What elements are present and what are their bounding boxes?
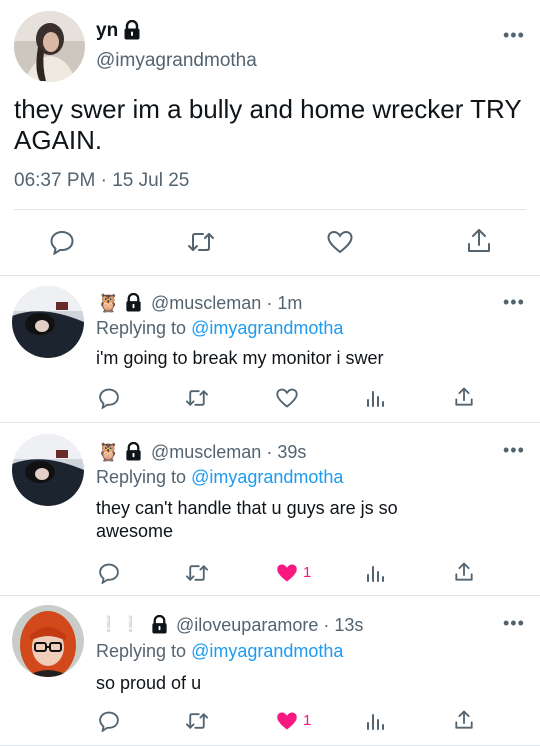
analytics-icon[interactable] [365, 563, 385, 583]
reply-tweet[interactable]: 🦉 @muscleman · 1m ••• Replying to @imyag… [0, 276, 540, 422]
retweet-icon[interactable] [184, 562, 210, 584]
main-tweet: yn @imyagrandmotha ••• they swer im a bu… [0, 0, 540, 276]
reply-header[interactable]: @iloveuparamore · 13s [176, 615, 363, 636]
replying-to: Replying to @imyagrandmotha [96, 467, 344, 487]
replying-to: Replying to @imyagrandmotha [96, 641, 344, 661]
lock-icon [126, 293, 141, 312]
share-icon[interactable] [454, 386, 474, 408]
reply-header[interactable]: @muscleman · 39s [151, 442, 306, 463]
retweet-icon[interactable] [186, 229, 216, 255]
avatar[interactable] [12, 434, 84, 506]
share-icon[interactable] [466, 227, 492, 255]
handle[interactable]: @muscleman [151, 293, 261, 313]
reply-time: 39s [277, 442, 307, 462]
replying-to-link[interactable]: @imyagrandmotha [191, 318, 343, 338]
more-icon[interactable]: ••• [503, 614, 525, 632]
reply-time: 1m [277, 293, 303, 313]
heart-filled-icon[interactable] [275, 562, 299, 584]
comment-icon[interactable] [98, 387, 120, 409]
replying-to-link[interactable]: @imyagrandmotha [191, 641, 343, 661]
reply-time: 13s [334, 615, 364, 635]
reply-header[interactable]: @muscleman · 1m [151, 293, 302, 314]
analytics-icon[interactable] [365, 388, 385, 408]
avatar[interactable] [12, 286, 84, 358]
tweet-timestamp[interactable]: 06:37 PM · 15 Jul 25 [14, 170, 189, 192]
heart-icon[interactable] [326, 229, 354, 255]
sparkle-emoji-icon: ❕ [99, 616, 118, 633]
divider [14, 209, 526, 210]
lock-icon [152, 615, 167, 634]
share-icon[interactable] [454, 561, 474, 583]
heart-icon[interactable] [275, 387, 299, 409]
handle[interactable]: @iloveuparamore [176, 615, 318, 635]
replying-to: Replying to @imyagrandmotha [96, 318, 344, 338]
like-count: 1 [303, 712, 312, 729]
reply-tweet[interactable]: 🦉 @muscleman · 39s ••• Replying to @imya… [0, 423, 540, 595]
handle[interactable]: @muscleman [151, 442, 261, 462]
avatar[interactable] [14, 11, 85, 82]
more-icon[interactable]: ••• [503, 293, 525, 311]
share-icon[interactable] [454, 709, 474, 731]
more-icon[interactable]: ••• [503, 26, 525, 44]
handle[interactable]: @imyagrandmotha [96, 50, 257, 72]
display-name[interactable]: yn [96, 20, 118, 42]
like-count: 1 [303, 564, 312, 581]
reply-text: they can't handle that u guys are js so … [96, 498, 398, 541]
replying-to-link[interactable]: @imyagrandmotha [191, 467, 343, 487]
retweet-icon[interactable] [184, 710, 210, 732]
sparkle-emoji-icon: ❕ [121, 616, 140, 633]
owl-emoji-icon: 🦉 [97, 442, 120, 462]
reply-text: i'm going to break my monitor i swer [96, 348, 384, 368]
comment-icon[interactable] [49, 229, 75, 255]
owl-emoji-icon: 🦉 [97, 293, 120, 313]
comment-icon[interactable] [98, 562, 120, 584]
heart-filled-icon[interactable] [275, 710, 299, 732]
lock-icon [124, 20, 140, 40]
retweet-icon[interactable] [184, 387, 210, 409]
tweet-text: they swer im a bully and home wrecker TR… [14, 94, 522, 155]
more-icon[interactable]: ••• [503, 441, 525, 459]
comment-icon[interactable] [98, 710, 120, 732]
reply-text: so proud of u [96, 673, 202, 693]
analytics-icon[interactable] [365, 711, 385, 731]
lock-icon [126, 442, 141, 461]
reply-tweet[interactable]: ❕ ❕ @iloveuparamore · 13s ••• Replying t… [0, 596, 540, 746]
avatar[interactable] [12, 605, 84, 677]
